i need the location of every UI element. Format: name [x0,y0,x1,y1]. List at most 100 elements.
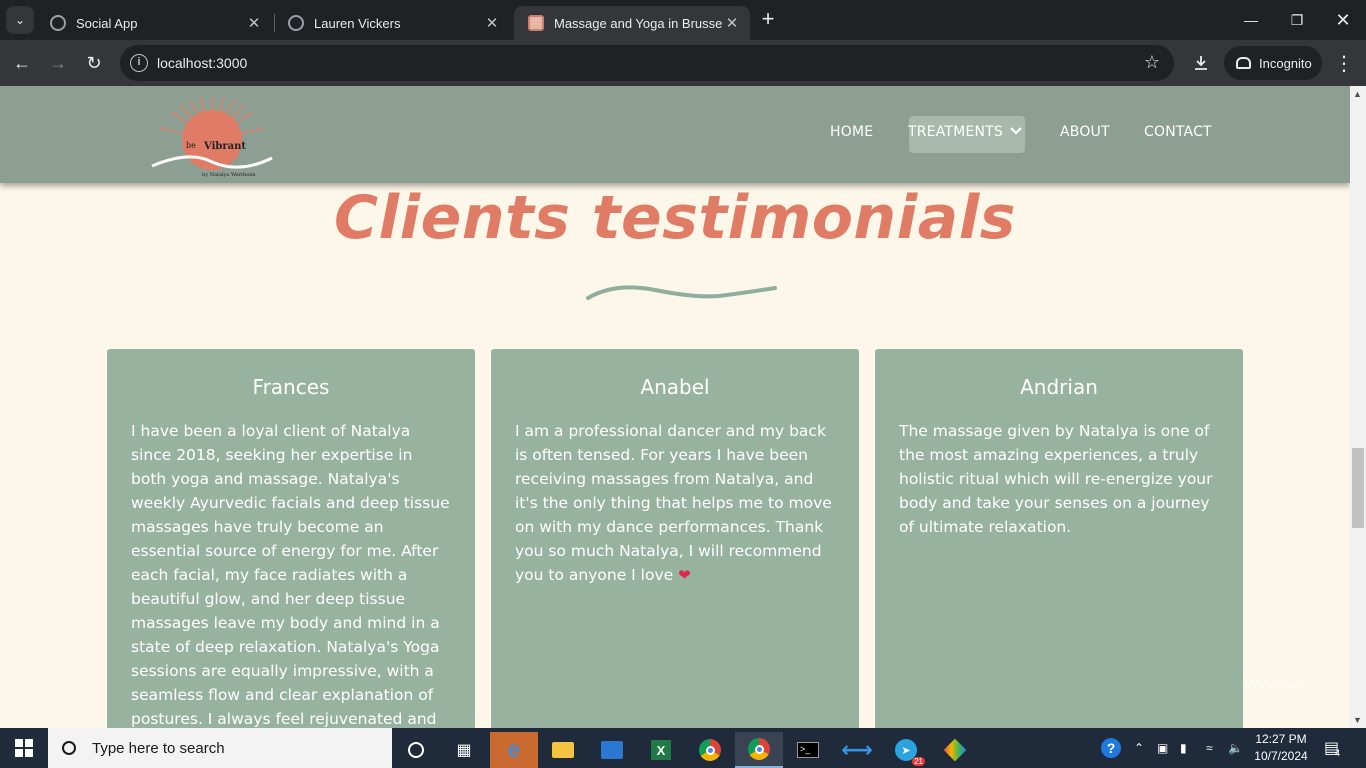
close-icon[interactable]: ✕ [482,14,502,32]
wifi-icon: ≈ [1206,741,1213,755]
address-bar[interactable]: i localhost:3000 ☆ [120,45,1174,81]
nav-home[interactable]: HOME [830,124,873,140]
activation-watermark: Windows. [1244,676,1310,693]
device-icon: ▣ [1157,741,1169,755]
task-view-icon: ▦ [456,742,472,759]
nav-about[interactable]: ABOUT [1060,124,1110,140]
scroll-down-icon[interactable]: ▼ [1353,715,1362,725]
chevron-down-icon [1009,127,1022,135]
bevibrant-logo[interactable]: be Vibrant by Natalya Wertheim [150,92,274,180]
notification-count: 4 [1335,748,1341,758]
tab-title: Lauren Vickers [314,15,401,31]
task-view-button[interactable]: ▦ [440,732,488,768]
close-icon[interactable]: ✕ [244,14,264,32]
git-app-button[interactable] [931,732,979,768]
globe-icon [50,15,66,31]
video-icon [601,741,623,759]
tab-social-app[interactable]: Social App ✕ [36,6,272,40]
excel-icon: X [651,740,671,760]
logo-tagline: by Natalya Wertheim [202,172,256,178]
cortana-button[interactable] [392,732,440,768]
heart-icon: ❤ [678,566,691,584]
site-favicon-icon [528,15,544,31]
tab-lauren-vickers[interactable]: Lauren Vickers ✕ [274,6,510,40]
testimonial-name: Anabel [640,375,710,399]
scroll-up-icon[interactable]: ▲ [1353,89,1362,99]
restore-button[interactable]: ❐ [1274,0,1320,40]
windows-logo-icon [15,739,33,757]
clock-time: 12:27 PM [1255,732,1307,746]
browser-toolbar: ← → ↻ i localhost:3000 ☆ Incognito ⋮ [0,40,1366,86]
folder-icon [552,742,574,758]
testimonial-card-andrian: Andrian The massage given by Natalya is … [875,349,1243,728]
site-info-icon[interactable]: i [130,54,148,72]
telegram-button[interactable]: ➤ 21 [882,732,930,768]
testimonial-text: I am a professional dancer and my back i… [515,422,832,584]
edge-icon: e [507,737,521,762]
incognito-icon [1236,57,1251,69]
vscode-button[interactable]: ⟷ [833,732,881,768]
scrollbar-thumb[interactable] [1352,448,1364,528]
window-close-button[interactable]: ✕ [1320,0,1366,40]
cortana-icon [408,742,424,758]
chrome-icon [699,739,721,761]
volume-icon: 🔈 [1228,741,1243,755]
device-tray-icon[interactable]: ▣ [1157,728,1168,768]
chrome-icon [748,738,770,760]
new-tab-button[interactable]: + [756,8,780,32]
testimonial-name: Frances [252,375,330,399]
close-icon[interactable]: ✕ [722,14,742,32]
help-tray-icon[interactable]: ? [1101,728,1121,768]
tab-massage-yoga[interactable]: Massage and Yoga in Brussels, I ✕ [514,6,750,40]
tab-title: Massage and Yoga in Brussels, I [554,15,722,31]
help-icon: ? [1101,738,1121,758]
bookmark-star-icon[interactable]: ☆ [1144,52,1160,73]
testimonial-card-frances: Frances I have been a loyal client of Na… [107,349,475,728]
chrome-button[interactable] [686,732,734,768]
git-app-icon [943,738,967,762]
file-explorer-button[interactable] [539,732,587,768]
taskbar-search-placeholder: Type here to search [92,739,225,757]
terminal-button[interactable]: >_ [784,732,832,768]
page-scrollbar[interactable]: ▲ ▼ [1350,86,1366,728]
site-header: be Vibrant by Natalya Wertheim HOME TREA… [0,86,1350,183]
browser-tabstrip: ⌄ Social App ✕ Lauren Vickers ✕ Massage … [0,0,1366,40]
browser-menu-button[interactable]: ⋮ [1330,49,1358,77]
download-icon [1195,56,1207,70]
media-app-button[interactable] [588,732,636,768]
wifi-tray-icon[interactable]: ≈ [1206,728,1213,768]
chevron-down-icon: ⌄ [14,13,26,27]
notifications-button[interactable]: ▤ 4 [1324,728,1340,768]
incognito-label: Incognito [1259,55,1312,71]
nav-contact[interactable]: CONTACT [1144,124,1212,140]
incognito-indicator[interactable]: Incognito [1224,46,1322,80]
nav-treatments-label: TREATMENTS [908,124,1004,140]
windows-taskbar: Type here to search ▦ e X >_ ⟷ ➤ 21 ? ⌃ [0,728,1366,768]
testimonial-text: The massage given by Natalya is one of t… [899,422,1213,536]
battery-tray-icon[interactable]: ▮ [1180,728,1187,768]
tab-search-button[interactable]: ⌄ [6,6,34,34]
wave-divider [586,285,777,300]
testimonial-card-anabel: Anabel I am a professional dancer and my… [491,349,859,728]
page-viewport: be Vibrant by Natalya Wertheim HOME TREA… [0,86,1350,728]
taskbar-clock[interactable]: 12:27 PM 10/7/2024 [1246,731,1316,765]
logo-name: Vibrant [203,141,246,152]
nav-treatments[interactable]: TREATMENTS [908,124,1022,140]
edge-taskbar-button[interactable]: e [490,732,538,768]
section-heading: Clients testimonials [334,183,1016,253]
back-button[interactable]: ← [8,49,36,77]
tab-title: Social App [76,15,138,31]
telegram-icon: ➤ 21 [895,739,925,766]
taskbar-search[interactable]: Type here to search [48,728,392,768]
forward-button[interactable]: → [44,49,72,77]
start-button[interactable] [0,728,48,768]
reload-button[interactable]: ↻ [80,49,108,77]
show-hidden-icons-button[interactable]: ⌃ [1134,728,1144,768]
download-button[interactable] [1187,49,1215,77]
excel-button[interactable]: X [637,732,685,768]
volume-tray-icon[interactable]: 🔈 [1228,728,1243,768]
chrome-incognito-button[interactable] [735,732,783,768]
terminal-icon: >_ [797,742,819,758]
minimize-button[interactable]: — [1228,0,1274,40]
search-icon [62,741,76,755]
